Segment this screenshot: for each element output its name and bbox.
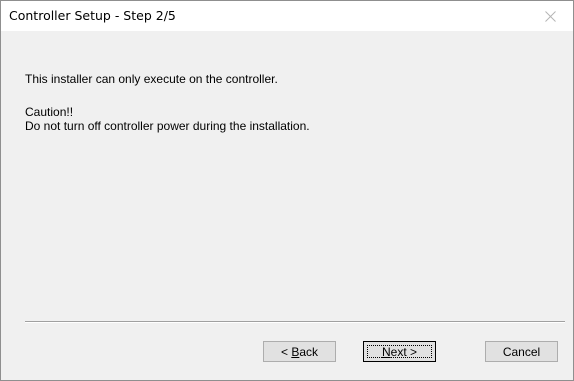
button-separator bbox=[25, 321, 565, 323]
title-bar[interactable]: Controller Setup - Step 2/5 bbox=[1, 1, 573, 31]
close-icon bbox=[545, 10, 556, 22]
caution-message: Do not turn off controller power during … bbox=[25, 119, 310, 133]
back-button-label: < Back bbox=[280, 344, 319, 359]
next-button-label: Next > bbox=[381, 344, 418, 359]
setup-dialog: Controller Setup - Step 2/5 This install… bbox=[0, 0, 574, 381]
dialog-body: This installer can only execute on the c… bbox=[1, 31, 573, 380]
next-button[interactable]: Next > bbox=[363, 341, 436, 362]
info-message: This installer can only execute on the c… bbox=[25, 72, 278, 86]
cancel-button[interactable]: Cancel bbox=[485, 341, 558, 362]
caution-heading: Caution!! bbox=[25, 105, 74, 119]
back-button[interactable]: < Back bbox=[263, 341, 336, 362]
close-button[interactable] bbox=[528, 1, 573, 31]
window-title: Controller Setup - Step 2/5 bbox=[9, 8, 176, 23]
